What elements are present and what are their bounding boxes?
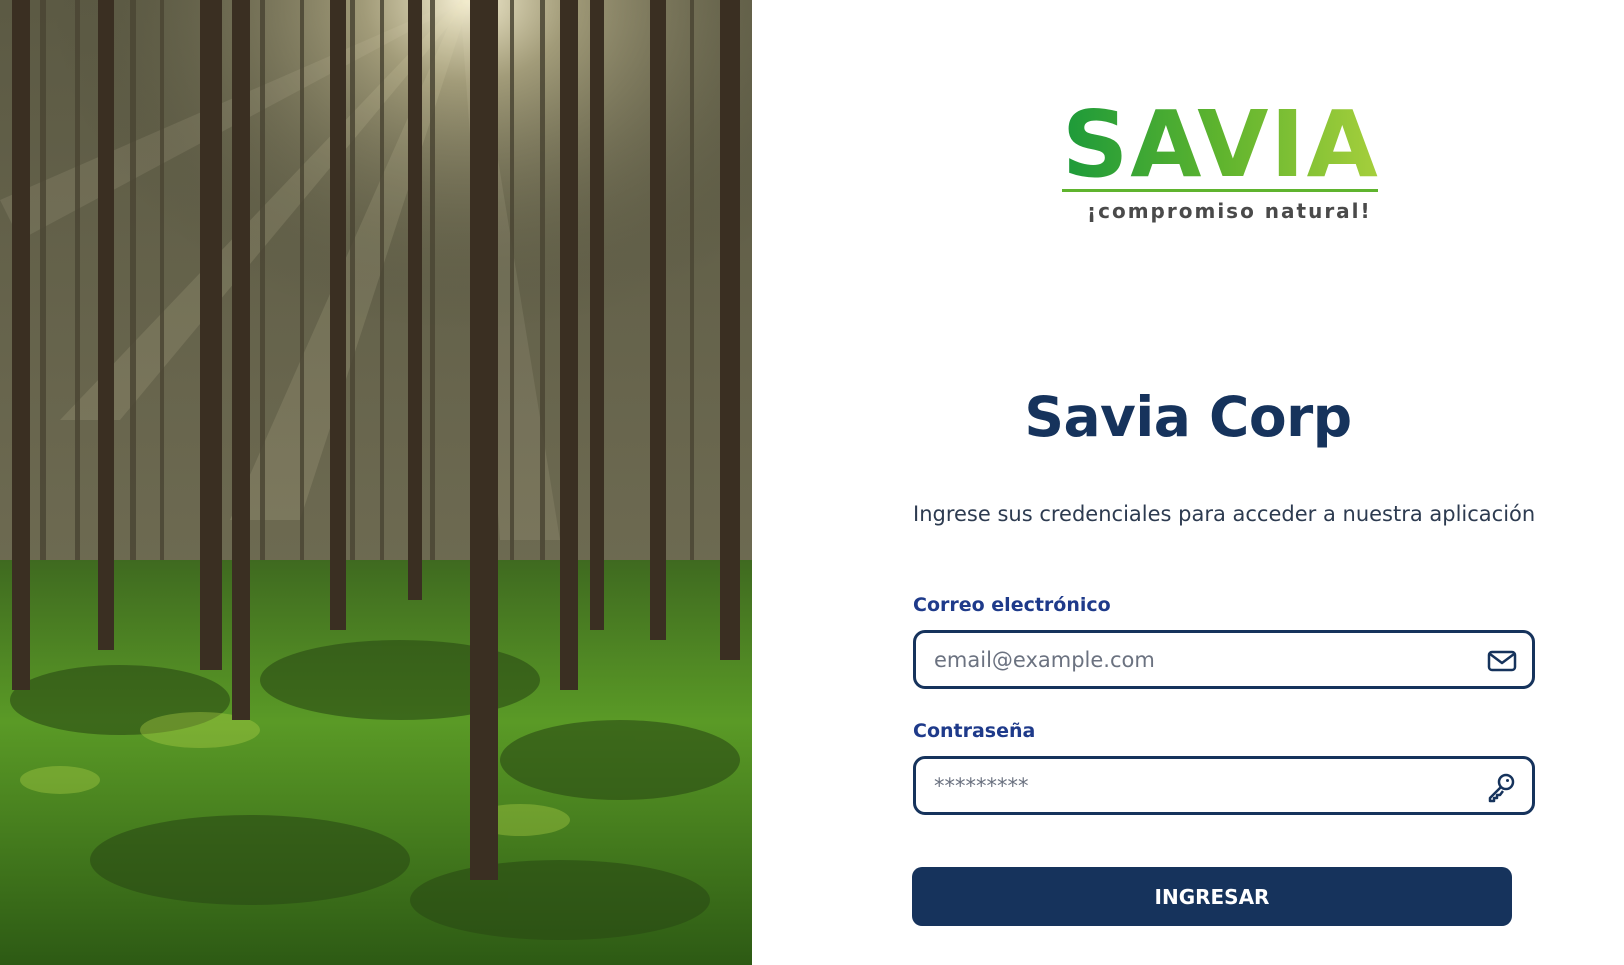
forest-image (0, 0, 752, 965)
email-field-wrapper (913, 630, 1535, 689)
page-subtitle: Ingrese sus credenciales para acceder a … (913, 502, 1536, 526)
key-icon (1488, 773, 1515, 803)
password-input[interactable] (934, 759, 1454, 812)
login-button[interactable]: INGRESAR (912, 867, 1512, 926)
password-field-wrapper (913, 756, 1535, 815)
password-label: Contraseña (913, 720, 1036, 742)
email-input[interactable] (934, 633, 1454, 686)
envelope-icon (1487, 650, 1517, 672)
page-title: Savia Corp (1024, 385, 1352, 449)
savia-logo: SAVIA ¡compromiso natural! (1062, 76, 1392, 226)
logo-word: SAVIA (1062, 91, 1380, 198)
email-label: Correo electrónico (913, 594, 1111, 616)
logo-tagline: ¡compromiso natural! (1087, 199, 1372, 223)
